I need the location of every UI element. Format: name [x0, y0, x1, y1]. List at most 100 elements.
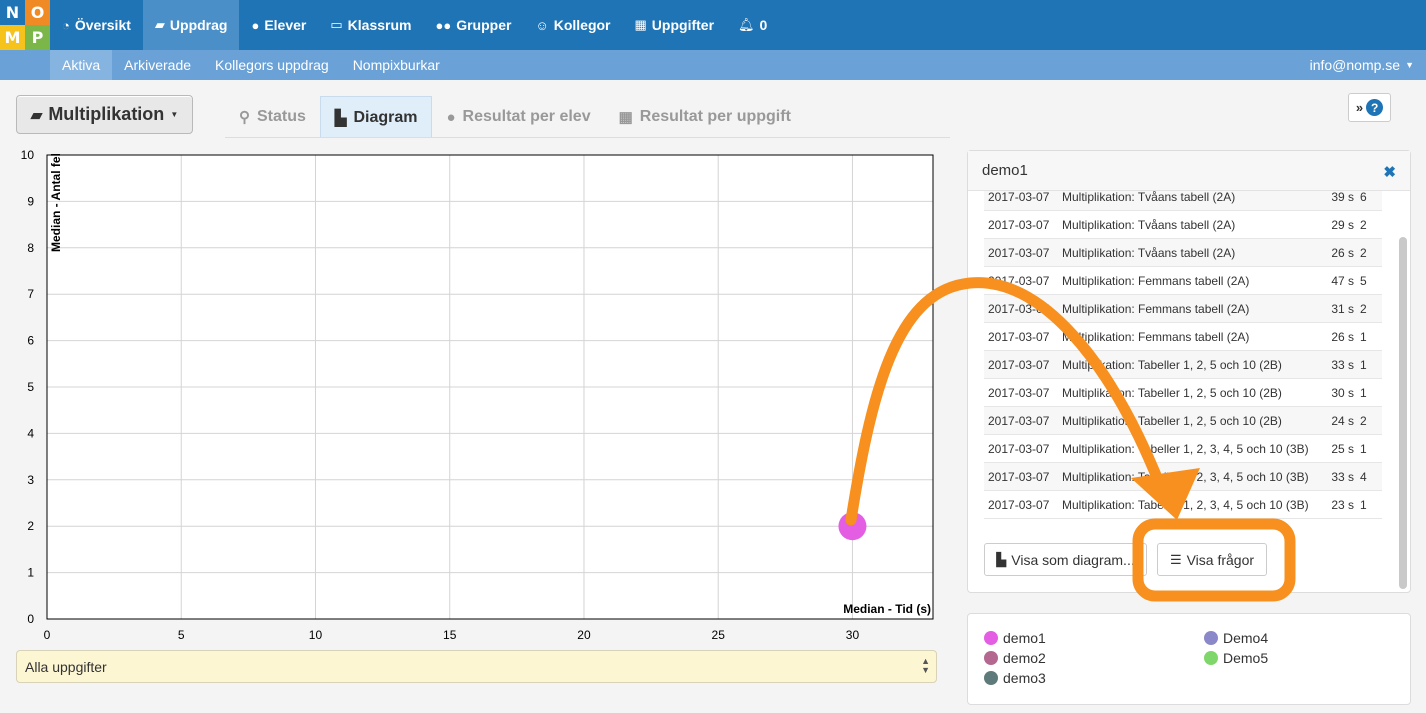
logo-letter: O	[25, 0, 50, 25]
y-tick-label: 1	[27, 566, 34, 580]
result-task: Multiplikation: Femmans tabell (2A)	[1062, 273, 1250, 288]
table-row: 2017-03-07 Multiplikation: Femmans tabell…	[984, 267, 1382, 295]
nomp-logo[interactable]: N O M P	[0, 0, 50, 50]
x-tick-label: 30	[846, 628, 860, 642]
y-tick-label: 0	[27, 612, 34, 626]
x-tick-label: 5	[178, 628, 185, 642]
result-time: 33 s	[1331, 357, 1354, 372]
y-tick-label: 5	[27, 380, 34, 394]
result-date: 2017-03-07	[988, 301, 1050, 316]
task-dropdown[interactable]: ▰ Multiplikation ▼	[16, 95, 193, 134]
result-task: Multiplikation: Tabeller 1, 2, 3, 4, 5 o…	[1062, 497, 1309, 512]
legend-item[interactable]: Demo4	[1204, 630, 1268, 646]
button-label: Visa frågor	[1186, 551, 1255, 568]
y-tick-label: 4	[27, 426, 34, 440]
dashboard-icon: ◔	[62, 17, 70, 33]
nav-item-oversikt[interactable]: ◔ Översikt	[50, 0, 143, 50]
legend-dot	[984, 671, 998, 685]
legend-label: Demo5	[1223, 650, 1269, 666]
result-errors: 2	[1360, 413, 1367, 428]
subnav-item-arkiverade[interactable]: Arkiverade	[112, 50, 203, 80]
help-button[interactable]: » ?	[1348, 93, 1391, 122]
result-date: 2017-03-07	[988, 329, 1050, 344]
button-label: Visa som diagram...	[1011, 551, 1135, 568]
result-time: 30 s	[1331, 385, 1354, 400]
result-time: 24 s	[1331, 413, 1354, 428]
main-nav: ◔ Översikt ▰ Uppdrag ● Elever ▭ Klassrum ●● G…	[50, 0, 779, 50]
nav-label: Grupper	[456, 17, 512, 33]
x-tick-label: 15	[443, 628, 457, 642]
tab-resultat-per-uppgift[interactable]: ▦ Resultat per uppgift	[605, 96, 805, 138]
nav-item-klassrum[interactable]: ▭ Klassrum	[318, 0, 423, 50]
result-date: 2017-03-07	[988, 191, 1050, 204]
result-errors: 1	[1360, 385, 1367, 400]
result-errors: 1	[1360, 441, 1367, 456]
tabs-divider	[225, 137, 950, 138]
subnav-item-kollegors-uppdrag[interactable]: Kollegors uppdrag	[203, 50, 341, 80]
smile-icon: ☺	[535, 17, 549, 33]
nav-item-uppgifter[interactable]: ▦ Uppgifter	[623, 0, 727, 50]
table-row: 2017-03-07 Multiplikation: Tabeller 1, 2,…	[984, 351, 1382, 379]
y-tick-label: 2	[27, 519, 34, 533]
result-date: 2017-03-07	[988, 217, 1050, 232]
bar-chart-icon: ▙	[334, 109, 347, 127]
show-questions-button[interactable]: ☰ Visa frågor	[1157, 543, 1267, 576]
legend-dot	[1204, 631, 1218, 645]
y-axis-label: Median - Antal fel	[49, 153, 63, 252]
result-list[interactable]: 2017-03-07 Multiplikation: Tvåans tabell …	[984, 191, 1382, 525]
tab-label: Status	[257, 108, 306, 125]
result-time: 33 s	[1331, 469, 1354, 484]
nav-item-notifications[interactable]: 🔔︎ 0	[726, 0, 779, 50]
result-errors: 6	[1360, 191, 1367, 204]
legend-item[interactable]: demo2	[984, 650, 1046, 666]
nav-item-grupper[interactable]: ●● Grupper	[423, 0, 523, 50]
legend-item[interactable]: Demo5	[1204, 650, 1268, 666]
legend-item[interactable]: demo3	[984, 670, 1046, 686]
tab-diagram[interactable]: ▙ Diagram	[319, 96, 433, 138]
logo-letter: M	[0, 25, 25, 50]
legend-label: demo2	[1003, 650, 1046, 666]
list-icon: ☰	[1169, 551, 1182, 567]
table-row: 2017-03-07 Multiplikation: Tabeller 1, 2,…	[984, 407, 1382, 435]
legend-label: demo3	[1003, 670, 1046, 686]
result-time: 25 s	[1331, 441, 1354, 456]
nav-item-uppdrag[interactable]: ▰ Uppdrag	[142, 0, 240, 50]
legend-label: Demo4	[1223, 630, 1269, 646]
tab-label: Resultat per elev	[462, 108, 591, 125]
user-menu[interactable]: info@nomp.se ▼	[1310, 50, 1414, 80]
result-task: Multiplikation: Femmans tabell (2A)	[1062, 301, 1250, 316]
legend-dot	[1204, 651, 1218, 665]
nav-item-elever[interactable]: ● Elever	[239, 0, 318, 50]
result-time: 29 s	[1331, 217, 1354, 232]
legend-item[interactable]: demo1	[984, 630, 1046, 646]
y-tick-label: 6	[27, 334, 34, 348]
subnav-item-nompixburkar[interactable]: Nompixburkar	[341, 50, 452, 80]
table-row: 2017-03-07 Multiplikation: Tabeller 1, 2,…	[984, 463, 1382, 491]
tab-status[interactable]: ⚲ Status	[225, 96, 320, 138]
subnav-item-aktiva[interactable]: Aktiva	[50, 50, 113, 80]
sub-navbar: Aktiva Arkiverade Kollegors uppdrag Nomp…	[0, 50, 1426, 80]
result-errors: 1	[1360, 357, 1367, 372]
result-time: 47 s	[1331, 273, 1354, 288]
nav-label: Översikt	[74, 17, 131, 33]
result-errors: 5	[1360, 273, 1367, 288]
scrollbar[interactable]	[1399, 237, 1407, 589]
result-time: 23 s	[1331, 497, 1354, 512]
close-icon[interactable]: ✖	[1383, 163, 1396, 181]
result-errors: 2	[1360, 217, 1367, 232]
task-filter-select[interactable]: Alla uppgifter ▲ ▼	[16, 650, 937, 683]
table-row: 2017-03-07 Multiplikation: Tabeller 1, 2,…	[984, 379, 1382, 407]
select-arrows-icon: ▲ ▼	[921, 656, 930, 675]
user-icon: ●	[251, 17, 260, 33]
table-row: 2017-03-07 Multiplikation: Tabeller 1, 2,…	[984, 491, 1382, 519]
table-row: 2017-03-07 Multiplikation: Tvåans tabell …	[984, 239, 1382, 267]
result-task: Multiplikation: Tvåans tabell (2A)	[1062, 217, 1236, 232]
table-row: 2017-03-07 Multiplikation: Tabeller 1, 2,…	[984, 435, 1382, 463]
nav-label: Kollegor	[553, 17, 611, 33]
result-time: 39 s	[1331, 191, 1354, 204]
tab-resultat-per-elev[interactable]: ● Resultat per elev	[432, 96, 604, 138]
result-task: Multiplikation: Tabeller 1, 2, 5 och 10 …	[1062, 357, 1282, 372]
nav-item-kollegor[interactable]: ☺ Kollegor	[523, 0, 622, 50]
sub-nav: Aktiva Arkiverade Kollegors uppdrag Nomp…	[50, 50, 452, 80]
show-as-diagram-button[interactable]: ▙ Visa som diagram...	[984, 543, 1147, 576]
